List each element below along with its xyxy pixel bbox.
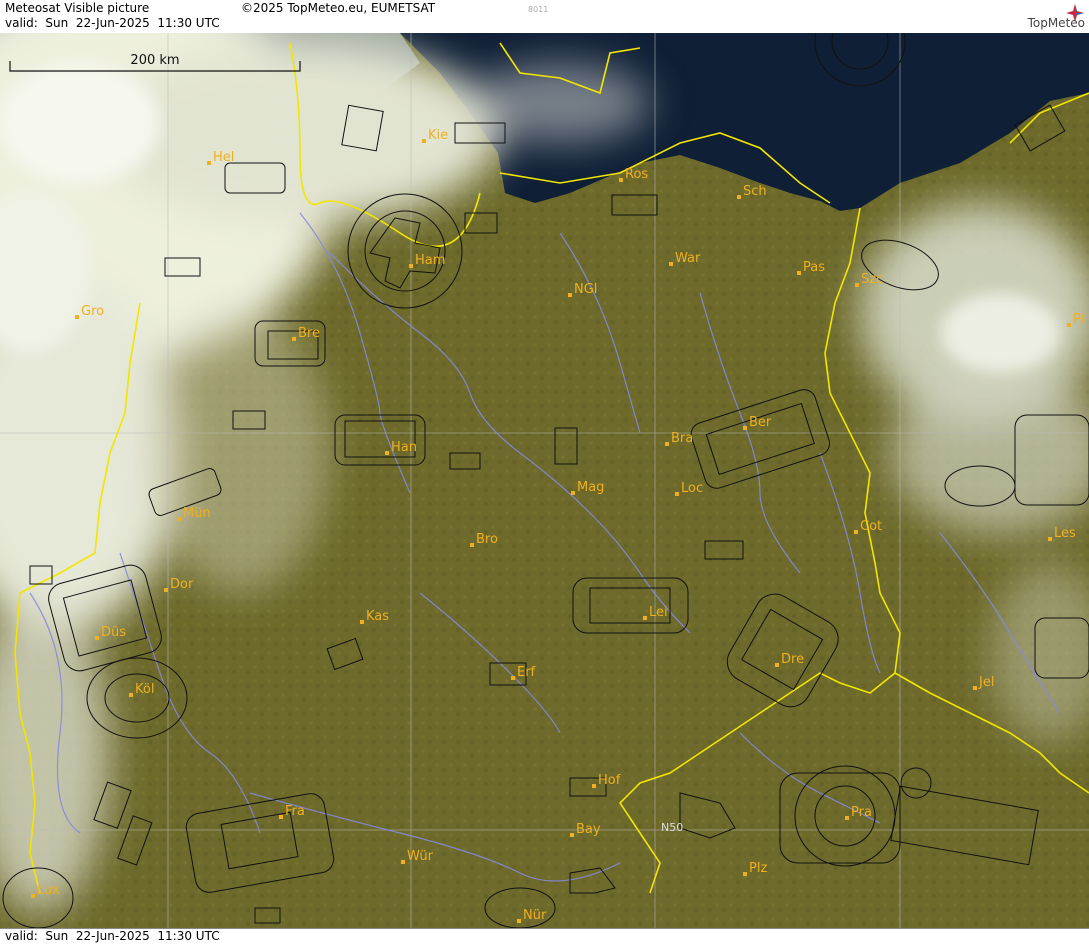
city-dot: [75, 315, 79, 319]
city-dot: [675, 492, 679, 496]
city-dot: [669, 262, 673, 266]
city-label: Jel: [978, 675, 994, 690]
city-dot: [592, 784, 596, 788]
city-dot: [292, 337, 296, 341]
city-dot: [665, 442, 669, 446]
city-dot: [1048, 537, 1052, 541]
city-ham: Ham: [409, 253, 445, 268]
city-dot: [360, 620, 364, 624]
city-dot: [1067, 323, 1071, 327]
city-label: Lei: [649, 605, 668, 620]
city-dot: [422, 139, 426, 143]
city-label: Les: [1054, 526, 1076, 541]
city-label: Pas: [803, 260, 825, 275]
city-label: Pi: [1073, 312, 1084, 327]
city-label: Bro: [476, 532, 498, 547]
city-dot: [511, 676, 515, 680]
city-dot: [517, 919, 521, 923]
city-mag: Mag: [571, 480, 604, 495]
city-label: Kas: [366, 609, 389, 624]
city-label: Loc: [681, 481, 703, 496]
product-title: Meteosat Visible picture: [5, 1, 150, 15]
map-canvas: 200 km N50 Kie Hel Ros Sch Ham War Pas Szc NGl Gr…: [0, 33, 1089, 928]
city-label: Mag: [577, 480, 604, 495]
city-dot: [845, 816, 849, 820]
city-label: Ham: [415, 253, 445, 268]
city-dot: [164, 588, 168, 592]
city-dot: [737, 195, 741, 199]
city-dot: [385, 451, 389, 455]
city-dot: [177, 517, 181, 521]
image-code: 8011: [528, 5, 549, 14]
city-label: Bre: [298, 326, 320, 341]
city-label: Köl: [135, 682, 154, 697]
city-dot: [279, 815, 283, 819]
city-label: Gro: [81, 304, 104, 319]
city-label: Kie: [428, 128, 448, 143]
city-label: Hof: [598, 773, 621, 788]
city-dot: [854, 530, 858, 534]
city-label: Erf: [517, 665, 536, 680]
valid-time-footer: valid: Sun 22-Jun-2025 11:30 UTC: [5, 929, 220, 943]
city-dot: [570, 833, 574, 837]
city-dot: [775, 663, 779, 667]
copyright-notice: ©2025 TopMeteo.eu, EUMETSAT: [241, 1, 436, 15]
city-dot: [95, 636, 99, 640]
city-label: Lux: [37, 883, 60, 898]
city-label: Mün: [183, 506, 211, 521]
city-label: Hel: [213, 150, 234, 165]
city-label: Plz: [749, 861, 767, 876]
city-dot: [568, 293, 572, 297]
city-label: Sch: [743, 184, 767, 199]
city-label: Dor: [170, 577, 194, 592]
city-dot: [643, 616, 647, 620]
header-bar: Meteosat Visible picture ©2025 TopMeteo.…: [0, 0, 1089, 34]
city-dot: [409, 264, 413, 268]
city-label: Fra: [285, 804, 305, 819]
city-dot: [973, 686, 977, 690]
city-label: Han: [391, 440, 417, 455]
city-dot: [571, 491, 575, 495]
city-label: Szc: [861, 272, 883, 287]
city-dot: [401, 860, 405, 864]
footer-bar: valid: Sun 22-Jun-2025 11:30 UTC: [0, 928, 1089, 944]
city-dot: [31, 894, 35, 898]
city-label: Dre: [781, 652, 804, 667]
valid-time: valid: Sun 22-Jun-2025 11:30 UTC: [5, 16, 220, 30]
city-label: Ber: [749, 415, 772, 430]
city-dot: [619, 178, 623, 182]
city-dot: [129, 693, 133, 697]
satellite-map[interactable]: 200 km N50 Kie Hel Ros Sch Ham War Pas Szc NGl Gr…: [0, 33, 1089, 928]
city-dot: [855, 283, 859, 287]
city-label: Bra: [671, 431, 693, 446]
city-label: Bay: [576, 822, 601, 837]
city-label: War: [675, 251, 701, 266]
city-label: Pra: [851, 805, 872, 820]
city-mün: Mün: [177, 506, 211, 521]
city-label: Düs: [101, 625, 126, 640]
city-label: Cot: [860, 519, 882, 534]
city-dot: [743, 872, 747, 876]
city-label: NGl: [574, 282, 597, 297]
latitude-marker: N50: [661, 821, 683, 834]
brand-logo-text[interactable]: TopMeteo: [1028, 16, 1085, 30]
city-dot: [743, 426, 747, 430]
city-label: Nür: [523, 908, 547, 923]
city-label: Ros: [625, 167, 648, 182]
scale-bar-label: 200 km: [130, 53, 179, 68]
city-dot: [470, 543, 474, 547]
city-dot: [797, 271, 801, 275]
city-dot: [207, 161, 211, 165]
city-label: Wür: [407, 849, 434, 864]
